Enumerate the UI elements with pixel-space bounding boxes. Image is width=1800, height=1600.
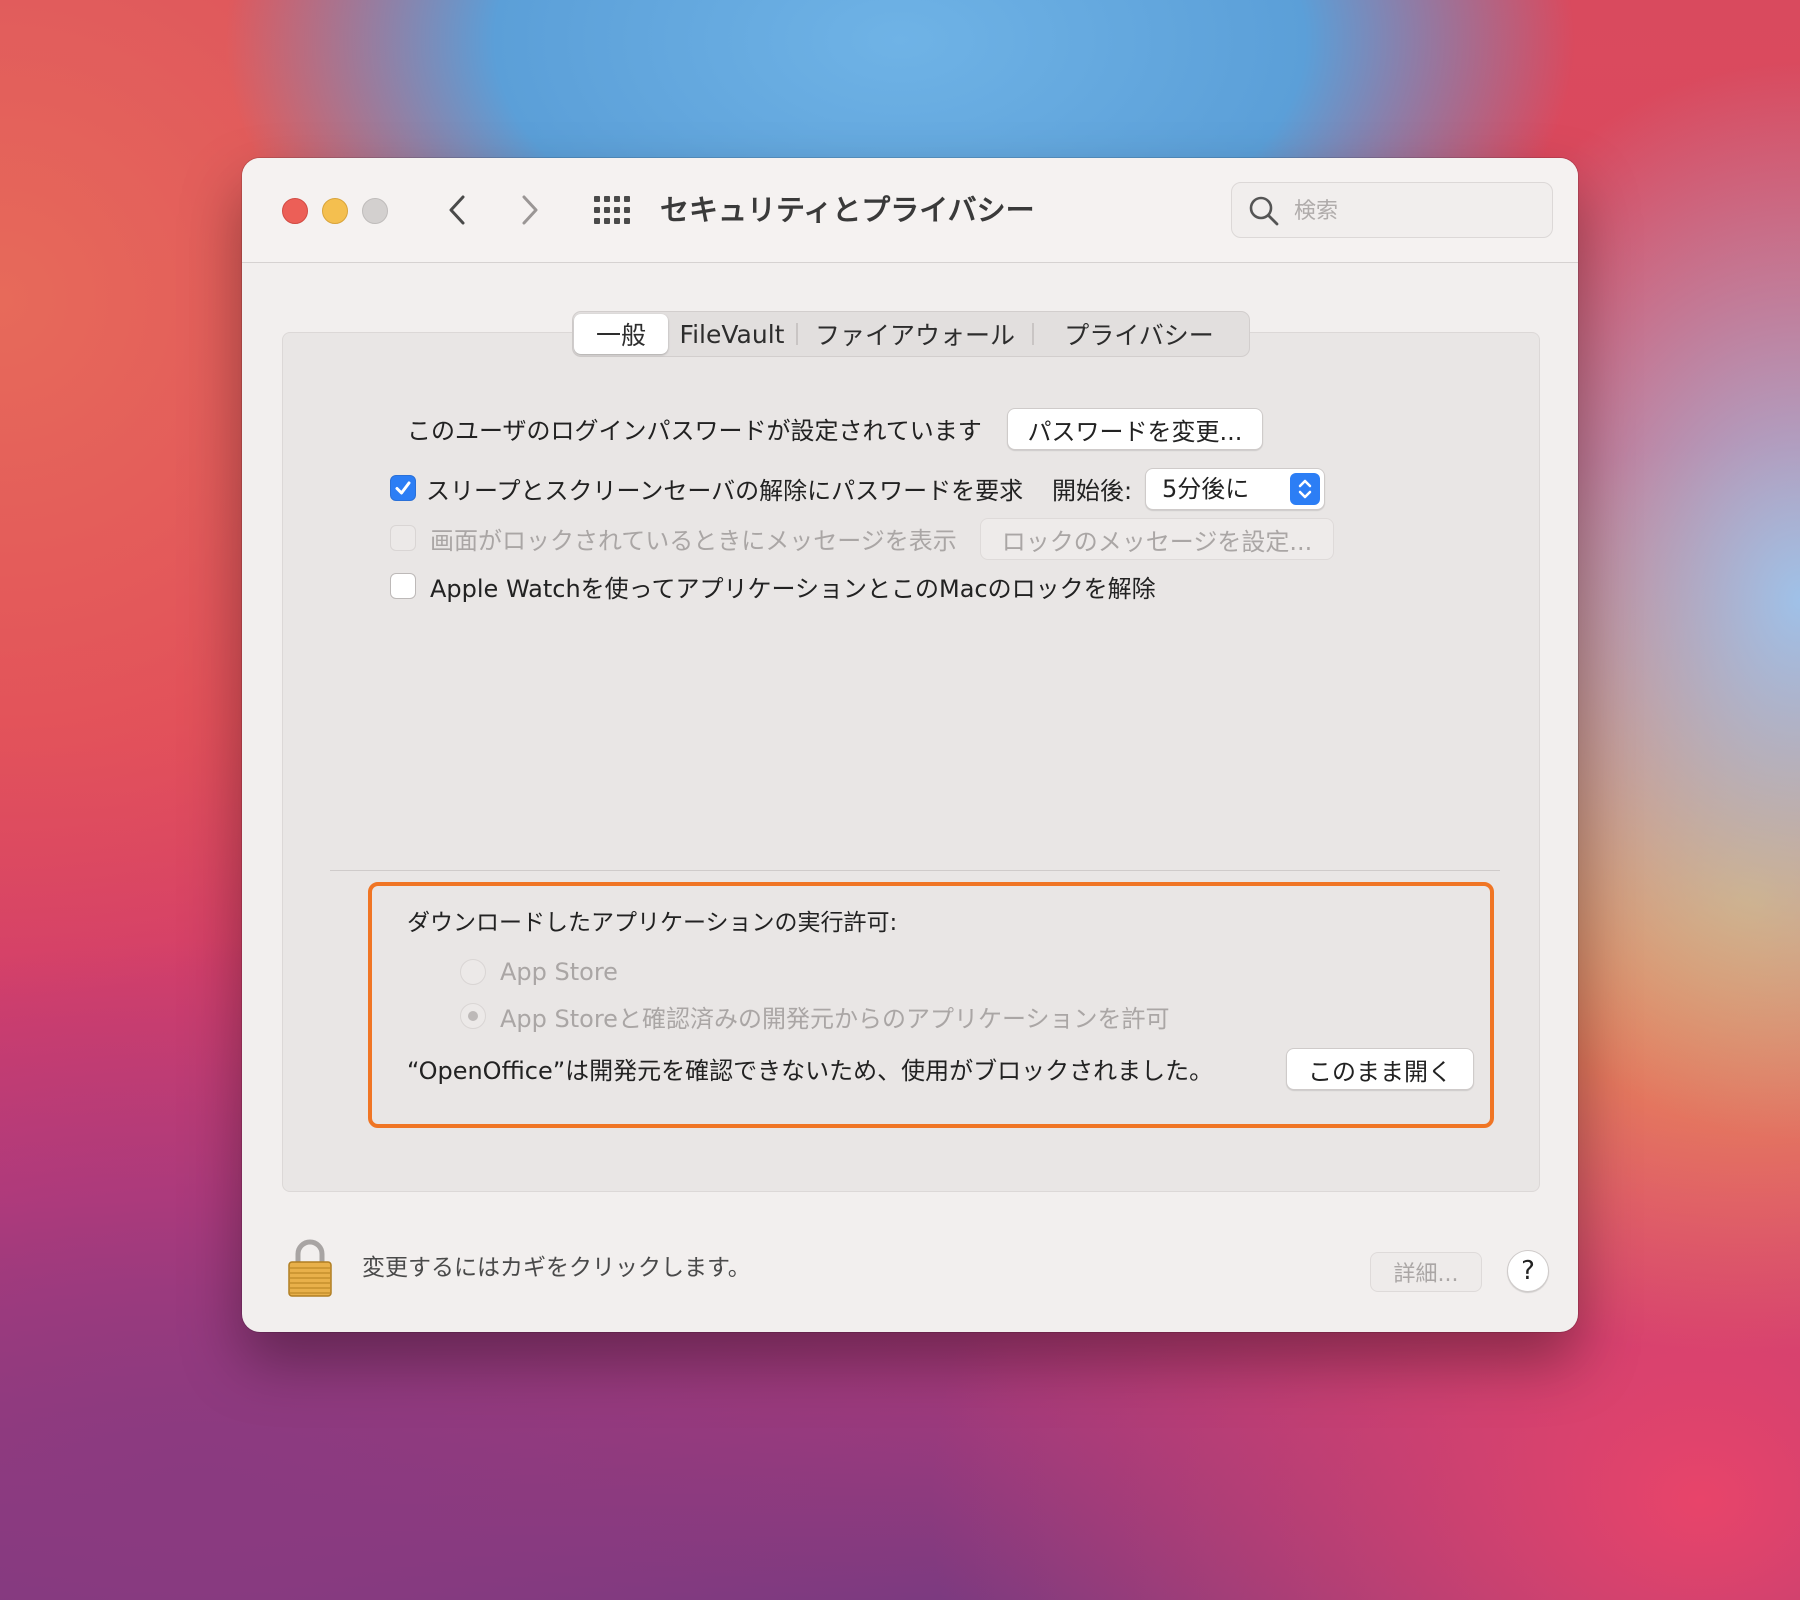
after-label: 開始後: xyxy=(1052,476,1133,505)
help-button[interactable]: ? xyxy=(1507,1250,1549,1292)
radio-identified-developers-label: App Storeと確認済みの開発元からのアプリケーションを許可 xyxy=(500,1004,1170,1033)
require-password-delay-select[interactable]: 5分後に xyxy=(1145,468,1325,510)
lock-icon[interactable] xyxy=(286,1238,334,1298)
show-message-label: 画面がロックされているときにメッセージを表示 xyxy=(430,526,957,555)
radio-selected-dot xyxy=(468,1011,478,1021)
minimize-button[interactable] xyxy=(322,198,348,224)
radio-identified-developers[interactable] xyxy=(460,1003,486,1029)
tab-filevault[interactable]: FileVault xyxy=(668,314,796,354)
set-lock-message-button[interactable]: ロックのメッセージを設定... xyxy=(980,518,1334,560)
advanced-button[interactable]: 詳細... xyxy=(1370,1252,1482,1292)
chevron-left-icon xyxy=(449,195,465,225)
require-password-label: スリープとスクリーンセーバの解除にパスワードを要求 xyxy=(426,476,1024,505)
radio-identified-developers-row: App Storeと確認済みの開発元からのアプリケーションを許可 xyxy=(460,996,1169,1036)
tab-firewall[interactable]: ファイアウォール xyxy=(798,314,1032,354)
tab-privacy[interactable]: プライバシー xyxy=(1034,314,1244,354)
apple-watch-row: Apple Watchを使ってアプリケーションとこのMacのロックを解除 xyxy=(390,564,1156,608)
forward-button[interactable] xyxy=(508,186,552,234)
show-all-grid-icon[interactable] xyxy=(592,194,632,226)
show-message-checkbox[interactable] xyxy=(390,525,416,551)
close-button[interactable] xyxy=(282,198,308,224)
radio-app-store[interactable] xyxy=(460,959,486,985)
checkmark-icon xyxy=(395,481,411,495)
radio-app-store-label: App Store xyxy=(500,958,618,986)
window-title: セキュリティとプライバシー xyxy=(660,193,1035,227)
lock-hint-text: 変更するにはカギをクリックします。 xyxy=(362,1255,751,1281)
chevron-right-icon xyxy=(522,195,538,225)
require-password-row: スリープとスクリーンセーバの解除にパスワードを要求 xyxy=(390,466,1023,510)
require-password-checkbox[interactable] xyxy=(390,475,416,501)
apple-watch-label: Apple Watchを使ってアプリケーションとこのMacのロックを解除 xyxy=(430,574,1156,603)
select-arrows-icon xyxy=(1290,473,1320,505)
back-button[interactable] xyxy=(435,186,479,234)
search-icon xyxy=(1249,196,1279,226)
show-message-row: 画面がロックされているときにメッセージを表示 xyxy=(390,516,957,560)
delay-value: 5分後に xyxy=(1162,475,1250,503)
tab-general[interactable]: 一般 xyxy=(574,314,668,354)
tab-bar: 一般 FileVault ファイアウォール プライバシー xyxy=(572,311,1250,357)
security-privacy-window: セキュリティとプライバシー 一般 FileVault ファイアウォール プライバ… xyxy=(242,158,1578,1332)
search-input[interactable] xyxy=(1292,193,1536,229)
apple-watch-checkbox[interactable] xyxy=(390,573,416,599)
radio-app-store-row: App Store xyxy=(460,952,618,992)
blocked-app-message: “OpenOffice”は開発元を確認できないため、使用がブロックされました。 xyxy=(407,1056,1214,1085)
title-bar: セキュリティとプライバシー xyxy=(242,158,1578,263)
downloads-heading: ダウンロードしたアプリケーションの実行許可: xyxy=(407,910,898,936)
section-divider xyxy=(330,870,1500,871)
open-anyway-button[interactable]: このまま開く xyxy=(1286,1048,1474,1090)
password-status-text: このユーザのログインパスワードが設定されています xyxy=(407,416,982,445)
zoom-button[interactable] xyxy=(362,198,388,224)
change-password-button[interactable]: パスワードを変更... xyxy=(1007,408,1263,450)
search-field[interactable] xyxy=(1231,182,1553,238)
